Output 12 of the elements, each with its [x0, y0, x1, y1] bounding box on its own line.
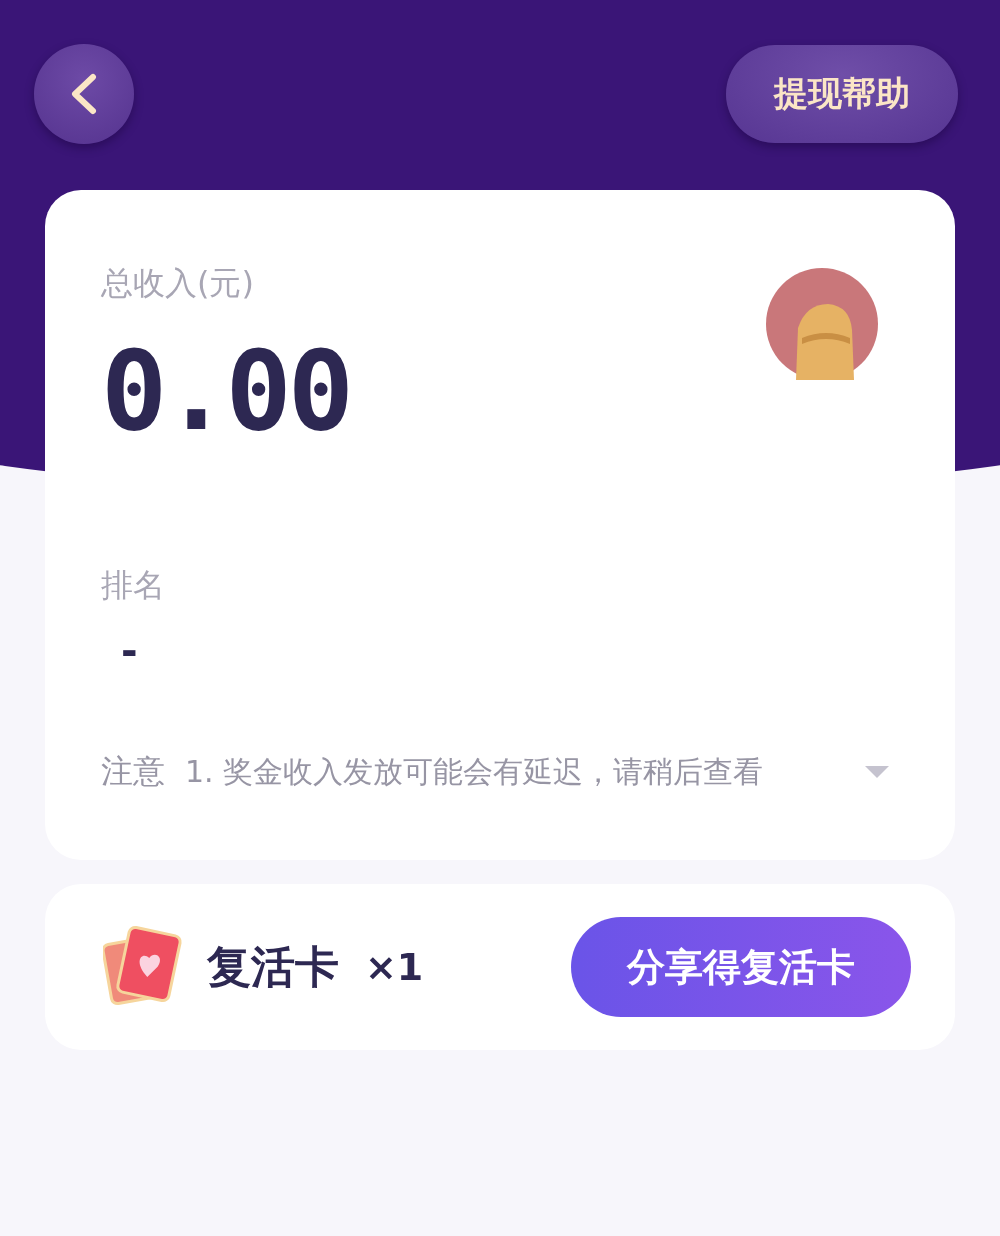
share-button[interactable]: 分享得复活卡 — [571, 917, 911, 1017]
total-income-label: 总收入(元) — [101, 263, 255, 304]
revive-card-count: ×1 — [365, 945, 424, 989]
total-income-value: 0.00 — [101, 336, 350, 446]
notice-label: 注意 — [101, 751, 165, 792]
rank-value: - — [121, 628, 139, 674]
avatar-icon — [766, 268, 878, 380]
rank-label: 排名 — [101, 565, 166, 606]
help-button[interactable]: 提现帮助 — [726, 45, 958, 143]
notice-text: 1. 奖金收入发放可能会有延迟，请稍后查看 — [185, 752, 764, 791]
back-icon — [69, 73, 99, 115]
revive-card-title: 复活卡 — [207, 939, 339, 994]
